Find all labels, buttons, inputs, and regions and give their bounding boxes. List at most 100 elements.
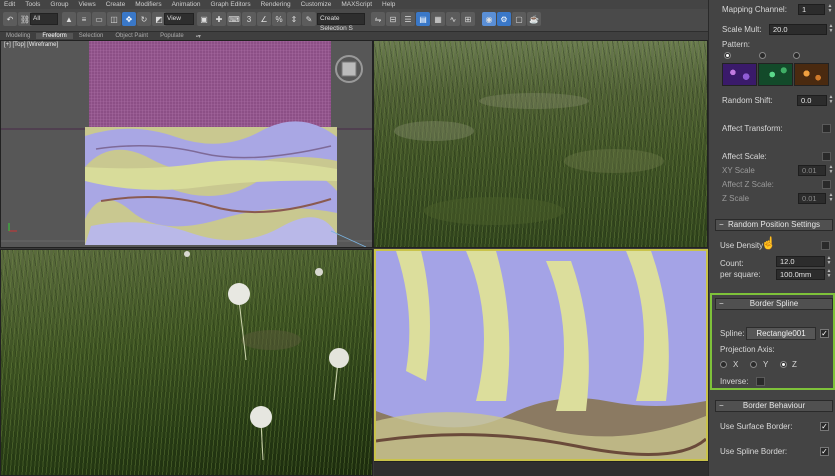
spline-pick-button[interactable]: Rectangle001 [746,327,816,340]
tab-modeling[interactable]: Modeling [0,33,36,39]
spline-enable-checkbox[interactable]: ✓ [820,329,829,338]
pattern-swatch-green[interactable] [758,63,793,86]
menu-group[interactable]: Group [50,1,68,8]
schematic-view-icon[interactable]: ⊞ [461,12,475,26]
affect-transform-checkbox[interactable] [822,124,831,133]
scale-mult-spinner-icon[interactable]: ▲ ▼ [828,24,834,35]
z-scale-spinner-icon[interactable]: ▲ ▼ [828,193,834,204]
viewport-label[interactable]: [+] [Top] [Wireframe] [4,42,58,48]
menu-animation[interactable]: Animation [172,1,201,8]
curve-editor-icon[interactable]: ∿ [446,12,460,26]
mirror-icon[interactable]: ⇋ [371,12,385,26]
grass-instances-shaded [376,251,706,459]
select-object-icon[interactable]: ▲ [62,12,76,26]
rectangle-selection-icon[interactable]: ▭ [92,12,106,26]
per-square-field[interactable]: 100.0mm [776,269,825,280]
count-spinner-icon[interactable]: ▲ ▼ [826,256,832,267]
use-spline-border-checkbox[interactable]: ✓ [820,447,829,456]
timeline-bar[interactable] [374,461,708,476]
pattern-radio-1[interactable] [724,52,731,59]
pivot-center-icon[interactable]: ▣ [197,12,211,26]
menu-modifiers[interactable]: Modifiers [135,1,161,8]
snap-toggle-icon[interactable]: 3 [242,12,256,26]
undo-icon[interactable]: ↶ [3,12,17,26]
align-icon[interactable]: ⊟ [386,12,400,26]
tab-freeform[interactable]: Freeform [36,33,73,39]
random-position-rollout-header[interactable]: − Random Position Settings [715,219,833,231]
render-setup-icon[interactable]: ⚙ [497,12,511,26]
border-spline-rollout-header[interactable]: − Border Spline [715,298,833,310]
menu-views[interactable]: Views [78,1,95,8]
selection-filter-dropdown[interactable]: All [30,13,58,25]
spinner-snap-icon[interactable]: ⇕ [287,12,301,26]
main-toolbar: ↶ ⛓ All ▲ ≡ ▭ ◫ ✥ ↻ ◩ View ▣ ✚ ⌨ 3 ∠ % ⇕… [0,9,708,32]
use-density-checkbox[interactable] [821,241,830,250]
z-scale-label: Z Scale [722,194,750,203]
affect-z-scale-checkbox[interactable] [822,180,831,189]
viewport-perspective-top-right[interactable] [373,40,708,248]
percent-snap-icon[interactable]: % [272,12,286,26]
menu-tools[interactable]: Tools [25,1,40,8]
menu-graph-editors[interactable]: Graph Editors [211,1,251,8]
affect-scale-label: Affect Scale: [722,152,767,161]
axis-y-radio[interactable] [750,361,757,368]
viewport-perspective-bottom-right-active[interactable] [374,249,708,461]
toggle-ribbon-icon[interactable]: ▦ [431,12,445,26]
render-production-icon[interactable]: ☕ [527,12,541,26]
affect-scale-checkbox[interactable] [822,152,831,161]
window-crossing-icon[interactable]: ◫ [107,12,121,26]
mapping-channel-label: Mapping Channel: [722,5,787,14]
select-by-name-icon[interactable]: ≡ [77,12,91,26]
menu-rendering[interactable]: Rendering [261,1,291,8]
menu-maxscript[interactable]: MAXScript [341,1,372,8]
menu-help[interactable]: Help [382,1,395,8]
z-scale-field[interactable]: 0.01 [798,193,826,204]
pattern-radio-2[interactable] [759,52,766,59]
xy-scale-field[interactable]: 0.01 [798,165,826,176]
xy-scale-label: XY Scale [722,166,755,175]
ribbon-options-icon[interactable]: ▪▾ [190,33,207,40]
menu-edit[interactable]: Edit [4,1,15,8]
toggle-scene-explorer-icon[interactable]: ☰ [401,12,415,26]
viewport-perspective-bottom-left[interactable] [0,249,373,476]
pattern-swatch-orange[interactable] [794,63,829,86]
tab-selection[interactable]: Selection [73,33,110,39]
use-surface-border-checkbox[interactable]: ✓ [820,422,829,431]
axis-z-radio[interactable] [780,361,787,368]
keyboard-shortcut-icon[interactable]: ⌨ [227,12,241,26]
border-behaviour-rollout-title: Border Behaviour [742,401,806,410]
named-selection-sets-dropdown[interactable]: Create Selection S [317,13,365,32]
menu-customize[interactable]: Customize [301,1,332,8]
projection-axis-label: Projection Axis: [720,345,775,354]
inverse-checkbox[interactable] [756,377,765,386]
render-frame-window-icon[interactable]: ▢ [512,12,526,26]
count-field[interactable]: 12.0 [776,256,825,267]
tab-object-paint[interactable]: Object Paint [109,33,154,39]
reference-coordinate-dropdown[interactable]: View [164,13,194,25]
angle-snap-icon[interactable]: ∠ [257,12,271,26]
border-behaviour-rollout-header[interactable]: − Border Behaviour [715,400,833,412]
xy-scale-spinner-icon[interactable]: ▲ ▼ [828,165,834,176]
menu-create[interactable]: Create [106,1,126,8]
border-spline-rollout-title: Border Spline [749,299,799,308]
pattern-radio-3[interactable] [793,52,800,59]
pattern-swatch-purple[interactable] [722,63,757,86]
affect-transform-label: Affect Transform: [722,124,783,133]
edit-named-selection-icon[interactable]: ✎ [302,12,316,26]
random-shift-spinner-icon[interactable]: ▲ ▼ [828,95,834,106]
move-icon[interactable]: ✥ [122,12,136,26]
random-shift-field[interactable]: 0.0 [797,95,827,106]
axis-x-radio[interactable] [720,361,727,368]
collapse-icon: − [719,220,724,229]
per-square-spinner-icon[interactable]: ▲ ▼ [826,269,832,280]
select-manipulate-icon[interactable]: ✚ [212,12,226,26]
toggle-layer-explorer-icon[interactable]: ▤ [416,12,430,26]
tab-populate[interactable]: Populate [154,33,190,39]
command-panel: Mapping Channel: 1 ▲ ▼ Scale Mult: 20.0 ▲… [708,0,835,476]
rotate-icon[interactable]: ↻ [137,12,151,26]
material-editor-icon[interactable]: ◉ [482,12,496,26]
viewport-top[interactable]: [+] [Top] [Wireframe] [0,40,373,248]
mapping-channel-field[interactable]: 1 [798,4,825,15]
mapping-channel-spinner-icon[interactable]: ▲ ▼ [827,4,833,15]
scale-mult-field[interactable]: 20.0 [769,24,827,35]
